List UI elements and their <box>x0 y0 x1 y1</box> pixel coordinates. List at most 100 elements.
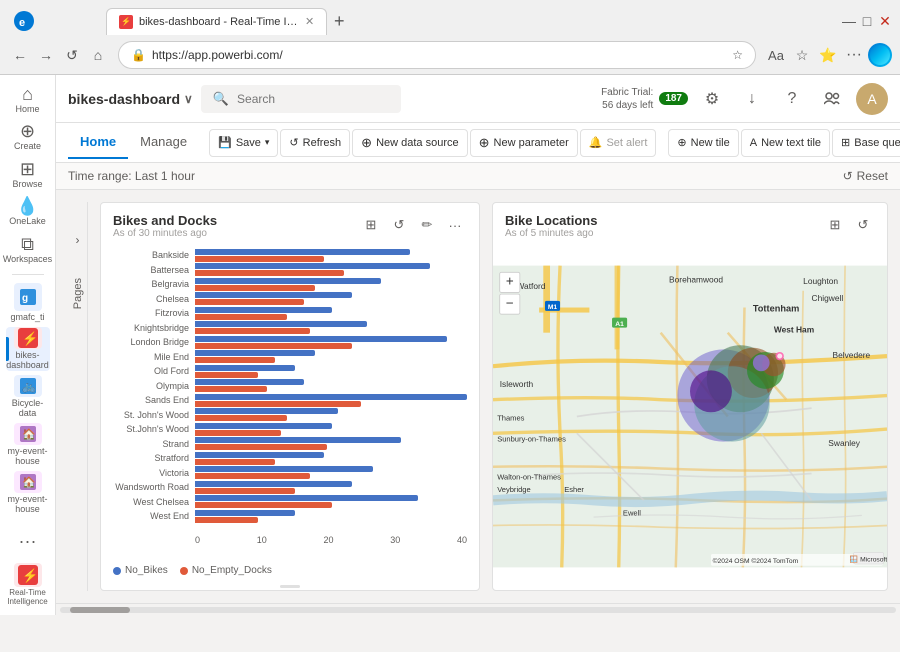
active-tab[interactable]: ⚡ bikes-dashboard - Real-Time Inte... ✕ <box>106 8 327 35</box>
tab-close-button[interactable]: ✕ <box>305 15 314 28</box>
chart-row: Knightsbridge <box>105 321 467 334</box>
workspace-label[interactable]: bikes-dashboard ∨ <box>68 91 193 107</box>
sidebar-item-create[interactable]: ⊕ Create <box>6 120 50 153</box>
map-area[interactable]: M1 A1 Watford Borehamwood Loughton Totte… <box>493 243 887 590</box>
pages-collapse-icon[interactable]: › <box>76 233 80 247</box>
refresh-visual-button-1[interactable]: ↺ <box>387 213 411 237</box>
forward-button[interactable]: → <box>34 43 58 67</box>
new-parameter-button[interactable]: ⊕ New parameter <box>470 129 578 157</box>
refresh-button[interactable]: ↺ Refresh <box>280 129 350 157</box>
chart-bars <box>195 292 467 305</box>
svg-text:−: − <box>506 296 514 311</box>
new-data-source-button[interactable]: ⊕ New data source <box>352 129 467 157</box>
chart-row: Chelsea <box>105 292 467 305</box>
sidebar-item-workspaces[interactable]: ⧉ Workspaces <box>6 233 50 266</box>
favorites-button[interactable]: ☆ <box>790 43 814 67</box>
horizontal-scrollbar[interactable] <box>56 603 900 615</box>
chart-bars <box>195 278 467 291</box>
chart-label: Stratford <box>105 453 195 463</box>
chart-axis: 0 10 20 30 40 <box>105 535 467 545</box>
chart-label: West End <box>105 511 195 521</box>
sidebar-divider <box>12 274 44 275</box>
resize-handle-1[interactable] <box>101 582 479 590</box>
sidebar-item-onelake[interactable]: 💧 OneLake <box>6 195 50 228</box>
chart-bars <box>195 379 467 392</box>
svg-text:M1: M1 <box>548 304 558 311</box>
download-button[interactable]: ↓ <box>736 83 768 115</box>
sidebar-item-gmafc[interactable]: g gmafc_ti <box>6 283 50 323</box>
sidebar-item-event-house-1[interactable]: 🏠 my-event-house <box>6 423 50 467</box>
alert-icon: 🔔 <box>589 136 603 149</box>
address-bar[interactable]: 🔒 ☆ <box>118 41 756 69</box>
user-avatar[interactable]: A <box>856 83 888 115</box>
sidebar-item-bicycle-data[interactable]: 🚲 Bicycle-data <box>6 375 50 419</box>
base-queries-button[interactable]: ⊞ Base queries <box>832 129 900 157</box>
sidebar-bikes-label: bikes-dashboard <box>6 351 49 371</box>
app-container: ⌂ Home ⊕ Create ⊞ Browse 💧 OneLake ⧉ Wor… <box>0 75 900 615</box>
chart-area-1: BanksideBatterseaBelgraviaChelseaFitzrov… <box>101 243 479 559</box>
close-button[interactable]: ✕ <box>878 14 892 28</box>
toolbar: Home Manage 💾 Save ▾ ↺ Refresh ⊕ New dat… <box>56 123 900 163</box>
collections-button[interactable]: ⭐ <box>816 43 840 67</box>
bar-blue <box>195 278 381 284</box>
svg-text:Walton-on-Thames: Walton-on-Thames <box>497 472 561 481</box>
set-alert-button[interactable]: 🔔 Set alert <box>580 129 657 157</box>
sidebar-more-button[interactable]: ··· <box>6 519 50 563</box>
tab-home[interactable]: Home <box>68 126 128 159</box>
new-tile-button[interactable]: ⊕ New tile <box>668 129 738 157</box>
sidebar-item-bikes-dashboard[interactable]: ⚡ bikes-dashboard <box>6 327 50 371</box>
minimize-button[interactable]: — <box>842 14 856 28</box>
sidebar-gmafc-label: gmafc_ti <box>10 313 44 323</box>
back-button[interactable]: ← <box>8 43 32 67</box>
chart-row: Bankside <box>105 249 467 262</box>
url-input[interactable] <box>152 48 726 62</box>
chart-bars <box>195 263 467 276</box>
favorites-icon[interactable]: ☆ <box>732 48 743 62</box>
lock-icon: 🔒 <box>131 48 146 62</box>
chart-label: St. John's Wood <box>105 410 195 420</box>
bar-blue <box>195 481 352 487</box>
new-text-tile-button[interactable]: A New text tile <box>741 129 830 157</box>
new-tab-button[interactable]: + <box>327 9 351 33</box>
browser-menu-button[interactable]: ··· <box>842 43 866 67</box>
svg-text:g: g <box>22 293 28 304</box>
share-people-button[interactable] <box>816 83 848 115</box>
focus-mode-button-2[interactable]: ⊞ <box>823 213 847 237</box>
bar-blue <box>195 466 373 472</box>
search-input[interactable] <box>237 92 357 106</box>
pages-tab[interactable]: Pages <box>68 270 88 317</box>
map-svg: M1 A1 Watford Borehamwood Loughton Totte… <box>493 243 887 590</box>
edit-visual-button-1[interactable]: ✏ <box>415 213 439 237</box>
save-button[interactable]: 💾 Save ▾ <box>209 129 278 157</box>
refresh-button[interactable]: ↺ <box>60 43 84 67</box>
settings-button[interactable]: ⚙ <box>696 83 728 115</box>
help-button[interactable]: ? <box>776 83 808 115</box>
read-mode-button[interactable]: Aa <box>764 43 788 67</box>
sidebar-item-home[interactable]: ⌂ Home <box>6 83 50 116</box>
edge-profile-icon[interactable] <box>868 43 892 67</box>
sidebar-item-event-house-2[interactable]: 🏠 my-event-house <box>6 471 50 515</box>
sidebar-realtime-button[interactable]: ⚡ Real-TimeIntelligence <box>6 563 50 607</box>
chart-label: Bankside <box>105 250 195 260</box>
more-options-button-1[interactable]: ··· <box>443 213 467 237</box>
card-header-2: Bike Locations As of 5 minutes ago ⊞ ↺ <box>493 203 887 243</box>
reset-button[interactable]: ↺ Reset <box>843 169 888 183</box>
save-icon: 💾 <box>218 136 232 149</box>
tab-manage[interactable]: Manage <box>128 126 199 159</box>
chart-row: St. John's Wood <box>105 408 467 421</box>
scrollbar-thumb[interactable] <box>70 607 130 613</box>
search-box[interactable]: 🔍 <box>201 85 401 113</box>
chart-row: Victoria <box>105 466 467 479</box>
maximize-button[interactable]: □ <box>860 14 874 28</box>
card-header-icons-1: ⊞ ↺ ✏ ··· <box>359 213 467 237</box>
svg-text:Sunbury-on-Thames: Sunbury-on-Thames <box>497 435 566 444</box>
refresh-visual-button-2[interactable]: ↺ <box>851 213 875 237</box>
chart-row: Stratford <box>105 452 467 465</box>
focus-mode-button-1[interactable]: ⊞ <box>359 213 383 237</box>
bar-red <box>195 343 352 349</box>
sidebar-item-browse[interactable]: ⊞ Browse <box>6 158 50 191</box>
chart-bars <box>195 394 467 407</box>
home-button[interactable]: ⌂ <box>86 43 110 67</box>
top-bar: bikes-dashboard ∨ 🔍 Fabric Trial: 56 day… <box>56 75 900 123</box>
chart-label: Olympia <box>105 381 195 391</box>
